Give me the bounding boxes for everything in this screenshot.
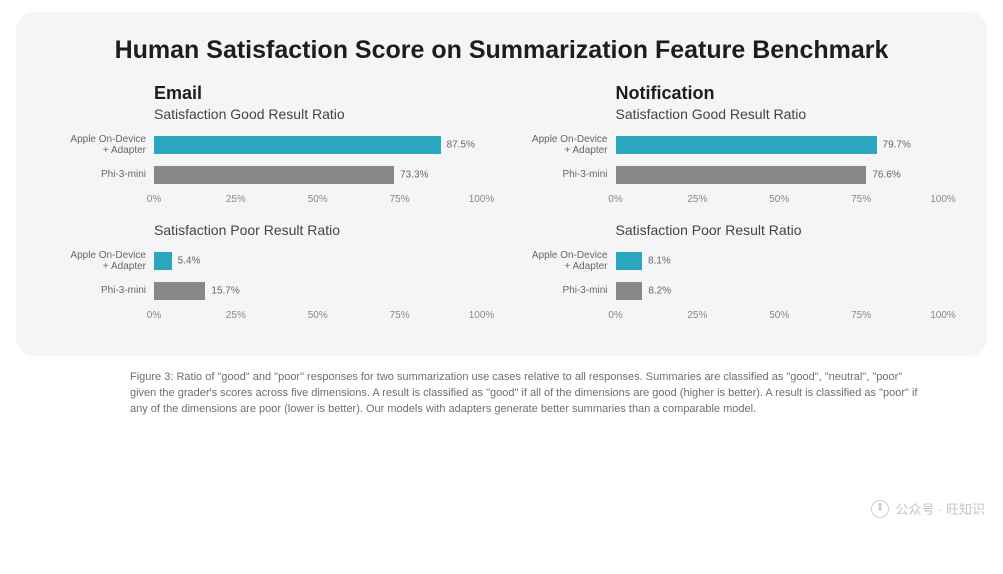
bar-fill: 76.6%	[616, 166, 867, 184]
tick: 75%	[390, 310, 410, 321]
bar-row: Apple On-Device+ Adapter 79.7%	[522, 130, 944, 160]
bar-fill: 87.5%	[154, 136, 441, 154]
bar-label: Apple On-Device+ Adapter	[522, 134, 616, 157]
bar-value: 8.1%	[642, 256, 671, 267]
tick: 50%	[308, 194, 328, 205]
bar-value: 8.2%	[642, 286, 671, 297]
tick: 50%	[769, 194, 789, 205]
subhead-email-poor: Satisfaction Poor Result Ratio	[154, 222, 482, 238]
x-axis: 0% 25% 50% 75% 100%	[616, 194, 944, 210]
watermark: 公众号 · 旺知识	[871, 499, 985, 518]
bar-fill: 5.4%	[154, 252, 172, 270]
bar-row: Phi-3-mini 15.7%	[60, 276, 482, 306]
bar-track: 79.7%	[616, 136, 944, 154]
bar-value: 15.7%	[205, 286, 239, 297]
bar-row: Apple On-Device+ Adapter 87.5%	[60, 130, 482, 160]
bar-track: 8.1%	[616, 252, 944, 270]
chart-email-poor: Apple On-Device+ Adapter 5.4% Phi-3-mini…	[60, 246, 482, 326]
column-head-notification: Notification	[616, 83, 944, 104]
tick: 0%	[608, 310, 622, 321]
x-axis: 0% 25% 50% 75% 100%	[154, 310, 482, 326]
tick: 100%	[930, 310, 956, 321]
x-axis: 0% 25% 50% 75% 100%	[616, 310, 944, 326]
bar-value: 73.3%	[394, 170, 428, 181]
bar-fill: 79.7%	[616, 136, 877, 154]
bar-track: 76.6%	[616, 166, 944, 184]
chart-notification-good: Apple On-Device+ Adapter 79.7% Phi-3-min…	[522, 130, 944, 210]
bar-value: 87.5%	[441, 140, 475, 151]
bar-track: 8.2%	[616, 282, 944, 300]
bar-track: 73.3%	[154, 166, 482, 184]
bar-track: 15.7%	[154, 282, 482, 300]
tick: 50%	[769, 310, 789, 321]
bar-track: 5.4%	[154, 252, 482, 270]
tick: 0%	[147, 310, 161, 321]
wechat-icon	[871, 500, 889, 518]
column-head-email: Email	[154, 83, 482, 104]
watermark-text: 公众号 · 旺知识	[895, 499, 985, 518]
tick: 100%	[469, 194, 495, 205]
bar-row: Phi-3-mini 73.3%	[60, 160, 482, 190]
page-title: Human Satisfaction Score on Summarizatio…	[60, 36, 943, 65]
tick: 100%	[930, 194, 956, 205]
figure-caption: Figure 3: Ratio of "good" and "poor" res…	[130, 370, 923, 418]
chart-grid: Email Satisfaction Good Result Ratio App…	[60, 83, 943, 326]
bar-row: Phi-3-mini 8.2%	[522, 276, 944, 306]
tick: 75%	[390, 194, 410, 205]
bar-label: Phi-3-mini	[522, 285, 616, 297]
bar-label: Apple On-Device+ Adapter	[60, 134, 154, 157]
tick: 0%	[608, 194, 622, 205]
bar-row: Apple On-Device+ Adapter 5.4%	[60, 246, 482, 276]
column-notification: Notification Satisfaction Good Result Ra…	[522, 83, 944, 326]
tick: 50%	[308, 310, 328, 321]
chart-email-good: Apple On-Device+ Adapter 87.5% Phi-3-min…	[60, 130, 482, 210]
bar-row: Phi-3-mini 76.6%	[522, 160, 944, 190]
subhead-email-good: Satisfaction Good Result Ratio	[154, 106, 482, 122]
bar-fill: 8.2%	[616, 282, 643, 300]
tick: 0%	[147, 194, 161, 205]
tick: 75%	[851, 310, 871, 321]
chart-card: Human Satisfaction Score on Summarizatio…	[16, 12, 987, 356]
bar-label: Phi-3-mini	[60, 169, 154, 181]
tick: 100%	[469, 310, 495, 321]
bar-label: Apple On-Device+ Adapter	[60, 250, 154, 273]
bar-label: Apple On-Device+ Adapter	[522, 250, 616, 273]
x-axis: 0% 25% 50% 75% 100%	[154, 194, 482, 210]
bar-label: Phi-3-mini	[60, 285, 154, 297]
bar-value: 76.6%	[866, 170, 900, 181]
tick: 25%	[687, 310, 707, 321]
bar-value: 5.4%	[172, 256, 201, 267]
bar-fill: 15.7%	[154, 282, 205, 300]
subhead-notification-good: Satisfaction Good Result Ratio	[616, 106, 944, 122]
bar-value: 79.7%	[877, 140, 911, 151]
tick: 75%	[851, 194, 871, 205]
tick: 25%	[226, 310, 246, 321]
subhead-notification-poor: Satisfaction Poor Result Ratio	[616, 222, 944, 238]
bar-fill: 8.1%	[616, 252, 643, 270]
column-email: Email Satisfaction Good Result Ratio App…	[60, 83, 482, 326]
chart-notification-poor: Apple On-Device+ Adapter 8.1% Phi-3-mini…	[522, 246, 944, 326]
bar-track: 87.5%	[154, 136, 482, 154]
bar-row: Apple On-Device+ Adapter 8.1%	[522, 246, 944, 276]
tick: 25%	[226, 194, 246, 205]
bar-label: Phi-3-mini	[522, 169, 616, 181]
tick: 25%	[687, 194, 707, 205]
bar-fill: 73.3%	[154, 166, 394, 184]
